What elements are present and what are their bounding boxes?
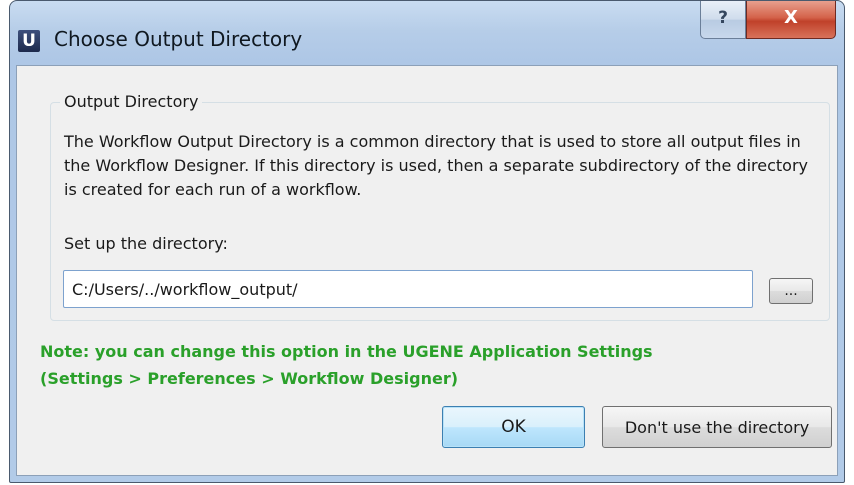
ok-button[interactable]: OK bbox=[442, 406, 585, 448]
dialog-title: Choose Output Directory bbox=[54, 27, 303, 51]
close-button[interactable]: X bbox=[746, 1, 836, 39]
question-mark-icon: ? bbox=[718, 8, 728, 28]
setup-directory-label: Set up the directory: bbox=[64, 234, 228, 253]
directory-path-input[interactable] bbox=[63, 270, 753, 308]
group-title: Output Directory bbox=[60, 92, 203, 111]
note-line-1: Note: you can change this option in the … bbox=[40, 342, 653, 361]
settings-note: Note: you can change this option in the … bbox=[40, 338, 830, 392]
note-line-2: (Settings > Preferences > Workflow Desig… bbox=[40, 369, 459, 388]
browse-button[interactable]: ... bbox=[769, 278, 813, 304]
title-bar[interactable]: U Choose Output Directory ? X bbox=[10, 1, 844, 65]
dont-use-directory-button[interactable]: Don't use the directory bbox=[602, 406, 832, 448]
help-button[interactable]: ? bbox=[700, 1, 746, 39]
dialog-window: U Choose Output Directory ? X Output Dir… bbox=[9, 0, 845, 483]
description-text: The Workflow Output Directory is a commo… bbox=[64, 132, 808, 199]
dialog-body: Output Directory The Workflow Output Dir… bbox=[16, 65, 838, 476]
close-icon: X bbox=[784, 7, 798, 28]
ugene-app-icon: U bbox=[18, 30, 40, 52]
